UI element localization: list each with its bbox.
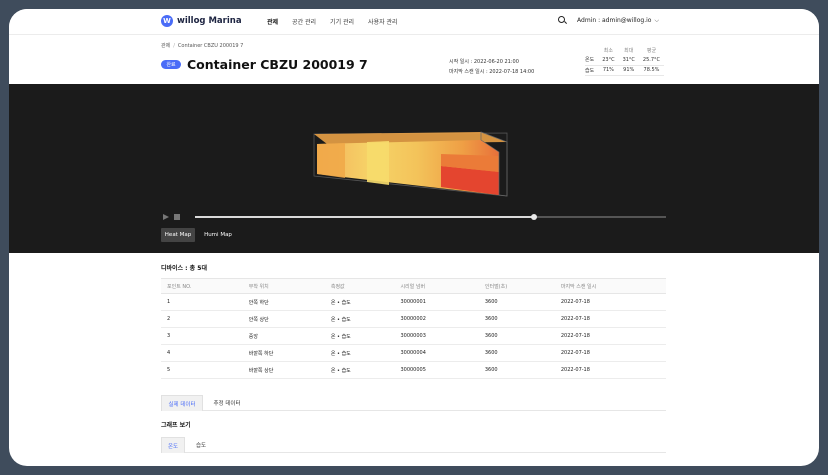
- breadcrumb-separator: /: [173, 43, 175, 49]
- table-cell: 30000002: [394, 310, 479, 328]
- stats-col-min: 최소: [603, 48, 613, 54]
- brand-name: willog Marina: [177, 16, 242, 26]
- tab-estimated-data[interactable]: 추정 데이터: [207, 395, 247, 411]
- stats-col-avg: 평균: [646, 48, 657, 54]
- table-cell: 온 • 습도: [324, 327, 395, 345]
- table-cell: 온 • 습도: [324, 361, 395, 379]
- table-cell: 바깥쪽 상단: [242, 361, 325, 379]
- stats-value: 23°C: [598, 55, 619, 66]
- stats-corner: [585, 46, 598, 55]
- main-menu: 관제 공간 관리 기기 관리 사용자 관리: [267, 17, 398, 26]
- stats-label: 습도: [585, 65, 599, 76]
- table-cell: 2022-07-18: [554, 293, 666, 311]
- stats-summary: 최소 최대 평균 온도 23°C 31°C 25.7°C 습도 71% 91% …: [585, 46, 665, 76]
- tab-heat-map[interactable]: Heat Map: [161, 228, 195, 242]
- stats-value: 31°C: [618, 55, 639, 66]
- menu-item-space[interactable]: 공간 관리: [292, 17, 316, 26]
- table-cell: 2022-07-18: [554, 344, 666, 362]
- brand-logo[interactable]: W willog Marina: [161, 15, 242, 27]
- table-cell: 중앙: [242, 327, 325, 345]
- menu-item-device[interactable]: 기기 관리: [330, 17, 354, 26]
- column-header: 시리얼 넘버: [394, 278, 479, 294]
- table-cell: 3600: [478, 361, 555, 379]
- heat-zone-edge: [317, 143, 345, 178]
- table-cell: 3600: [478, 327, 555, 345]
- table-row[interactable]: 2 안쪽 상단 온 • 습도 30000002 3600 2022-07-18: [161, 310, 666, 328]
- user-menu[interactable]: Admin : admin@willog.io ⌵: [577, 17, 659, 25]
- table-row[interactable]: 1 안쪽 하단 온 • 습도 30000001 3600 2022-07-18: [161, 293, 666, 311]
- stats-value: 91%: [618, 65, 639, 76]
- column-header: 인터벌(초): [478, 278, 555, 294]
- page-title: Container CBZU 200019 7: [187, 57, 368, 72]
- tab-humi-map[interactable]: Humi Map: [200, 228, 236, 242]
- last-scan-date: 마지막 스캔 일시 : 2022-07-18 14:00: [449, 68, 535, 75]
- nav-right: Admin : admin@willog.io ⌵: [558, 16, 659, 25]
- table-cell: 30000005: [394, 361, 479, 379]
- menu-item-monitoring[interactable]: 관제: [267, 17, 278, 26]
- table-cell: 3600: [478, 293, 555, 311]
- menu-item-user[interactable]: 사용자 관리: [368, 17, 398, 26]
- tab-temperature[interactable]: 온도: [161, 437, 185, 453]
- table-cell: 바깥쪽 하단: [242, 344, 325, 362]
- table-cell: 2022-07-18: [554, 310, 666, 328]
- user-label: Admin : admin@willog.io: [577, 16, 652, 24]
- timeline-slider[interactable]: [195, 214, 666, 220]
- table-row[interactable]: 3 중앙 온 • 습도 30000003 3600 2022-07-18: [161, 327, 666, 345]
- column-header: 포인트 NO.: [161, 278, 243, 294]
- column-header: 마지막 스캔 일시: [554, 278, 666, 294]
- stats-row-humidity: 습도 71% 91% 78.5%: [585, 65, 665, 76]
- table-cell: 온 • 습도: [324, 344, 395, 362]
- graph-section-title: 그래프 보기: [161, 422, 191, 429]
- top-nav: W willog Marina 관제 공간 관리 기기 관리 사용자 관리 Ad…: [9, 9, 819, 35]
- table-row[interactable]: 5 바깥쪽 상단 온 • 습도 30000005 3600 2022-07-18: [161, 361, 666, 379]
- search-icon[interactable]: [558, 16, 567, 25]
- table-cell: 5: [161, 361, 243, 379]
- table-cell: 2022-07-18: [554, 361, 666, 379]
- data-tabs: 실제 데이터 추정 데이터: [161, 395, 666, 411]
- table-cell: 온 • 습도: [324, 310, 395, 328]
- column-header: 측정값: [324, 278, 395, 294]
- table-cell: 3: [161, 327, 243, 345]
- stats-col-max: 최대: [624, 48, 634, 54]
- graph-tabs: 온도 습도: [161, 437, 666, 453]
- device-count-title: 디바이스 : 총 5대: [161, 265, 207, 272]
- stats-row-temperature: 온도 23°C 31°C 25.7°C: [585, 55, 665, 66]
- start-date: 시작 일시 : 2022-06-20 21:00: [449, 59, 519, 65]
- table-cell: 3600: [478, 310, 555, 328]
- table-cell: 2: [161, 310, 243, 328]
- table-cell: 안쪽 상단: [242, 310, 325, 328]
- logo-mark-icon: W: [161, 15, 173, 27]
- table-cell: 30000003: [394, 327, 479, 345]
- chevron-down-icon: ⌵: [654, 16, 659, 24]
- stats-value: 71%: [598, 65, 619, 76]
- app-window: W willog Marina 관제 공간 관리 기기 관리 사용자 관리 Ad…: [9, 9, 819, 466]
- date-info: 시작 일시 : 2022-06-20 21:00 마지막 스캔 일시 : 202…: [449, 58, 534, 77]
- stats-value: 78.5%: [638, 65, 665, 76]
- container-3d-viewer[interactable]: Heat Map Humi Map: [9, 84, 819, 253]
- table-cell: 30000004: [394, 344, 479, 362]
- tab-humidity[interactable]: 습도: [189, 437, 213, 453]
- timeline-progress: [195, 216, 535, 218]
- column-header: 부착 위치: [242, 278, 325, 294]
- tab-actual-data[interactable]: 실제 데이터: [161, 395, 203, 411]
- container-heatmap: [313, 131, 508, 197]
- stats-label: 온도: [585, 55, 599, 66]
- breadcrumb-root[interactable]: 관제: [161, 43, 170, 49]
- table-cell: 30000001: [394, 293, 479, 311]
- device-table: 포인트 NO. 부착 위치 측정값 시리얼 넘버 인터벌(초) 마지막 스캔 일…: [161, 278, 666, 379]
- table-row[interactable]: 4 바깥쪽 하단 온 • 습도 30000004 3600 2022-07-18: [161, 344, 666, 362]
- table-cell: 안쪽 하단: [242, 293, 325, 311]
- table-cell: 온 • 습도: [324, 293, 395, 311]
- table-cell: 1: [161, 293, 243, 311]
- stop-icon[interactable]: [174, 214, 180, 220]
- heat-zone-cool: [367, 141, 389, 185]
- table-cell: 4: [161, 344, 243, 362]
- table-cell: 3600: [478, 344, 555, 362]
- status-badge: 완료: [161, 60, 181, 69]
- breadcrumb: 관제 / Container CBZU 200019 7: [161, 42, 243, 49]
- table-cell: 2022-07-18: [554, 327, 666, 345]
- breadcrumb-current: Container CBZU 200019 7: [177, 43, 244, 49]
- play-icon[interactable]: [163, 214, 169, 220]
- stats-value: 25.7°C: [638, 55, 665, 66]
